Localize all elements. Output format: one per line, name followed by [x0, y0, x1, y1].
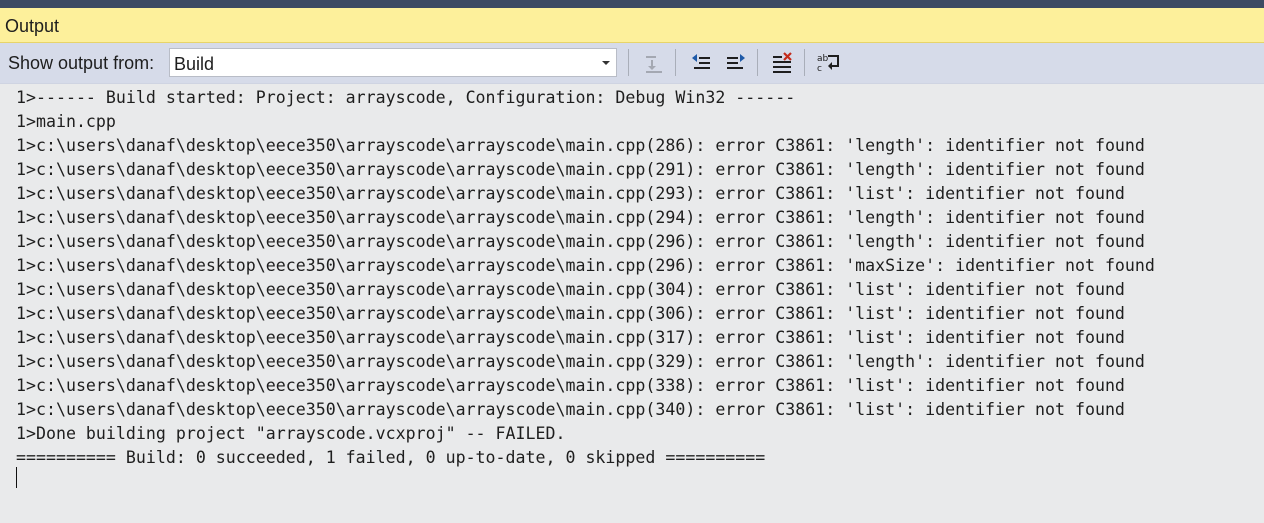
go-to-line-icon: [646, 56, 662, 73]
next-message-button[interactable]: [720, 50, 748, 76]
word-wrap-icon: ab c: [817, 54, 839, 74]
output-line: 1>------ Build started: Project: arraysc…: [16, 88, 796, 107]
window-top-strip: [0, 0, 1264, 8]
chevron-down-icon[interactable]: [602, 61, 610, 65]
word-wrap-button[interactable]: ab c: [813, 50, 841, 76]
output-line: 1>c:\users\danaf\desktop\eece350\arraysc…: [16, 376, 1125, 395]
output-lines: 1>------ Build started: Project: arraysc…: [16, 86, 1155, 470]
output-panel-title-bar[interactable]: Output: [0, 8, 1264, 43]
text-cursor: [16, 467, 17, 488]
toolbar-separator: [675, 49, 676, 76]
output-line: 1>c:\users\danaf\desktop\eece350\arraysc…: [16, 352, 1145, 371]
output-line: 1>c:\users\danaf\desktop\eece350\arraysc…: [16, 328, 1125, 347]
output-line: ========== Build: 0 succeeded, 1 failed,…: [16, 448, 766, 467]
output-line: 1>c:\users\danaf\desktop\eece350\arraysc…: [16, 136, 1145, 155]
output-line: 1>c:\users\danaf\desktop\eece350\arraysc…: [16, 184, 1125, 203]
svg-text:c: c: [817, 64, 822, 74]
clear-all-icon: [773, 52, 792, 73]
output-line: 1>c:\users\danaf\desktop\eece350\arraysc…: [16, 280, 1125, 299]
show-output-label: Show output from:: [8, 53, 155, 73]
panel-title: Output: [5, 16, 60, 36]
go-to-line-button[interactable]: [639, 50, 667, 76]
toolbar-separator: [757, 49, 758, 76]
output-line: 1>c:\users\danaf\desktop\eece350\arraysc…: [16, 256, 1155, 275]
output-line: 1>c:\users\danaf\desktop\eece350\arraysc…: [16, 208, 1145, 227]
previous-message-icon: [692, 54, 710, 69]
output-line: 1>Done building project "arrayscode.vcxp…: [16, 424, 566, 443]
toolbar-separator: [804, 49, 805, 76]
output-text-area[interactable]: 1>------ Build started: Project: arraysc…: [0, 84, 1264, 523]
output-line: 1>c:\users\danaf\desktop\eece350\arraysc…: [16, 232, 1145, 251]
output-source-value: Build: [174, 54, 215, 74]
previous-message-button[interactable]: [687, 50, 715, 76]
output-line: 1>c:\users\danaf\desktop\eece350\arraysc…: [16, 400, 1125, 419]
output-line: 1>main.cpp: [16, 112, 116, 131]
toolbar-separator: [628, 49, 629, 76]
output-line: 1>c:\users\danaf\desktop\eece350\arraysc…: [16, 160, 1145, 179]
output-toolbar: Show output from: Build ab c: [0, 43, 1264, 84]
clear-all-button[interactable]: [767, 50, 795, 76]
svg-text:ab: ab: [817, 54, 829, 64]
output-line: 1>c:\users\danaf\desktop\eece350\arraysc…: [16, 304, 1125, 323]
output-source-dropdown[interactable]: Build: [169, 48, 617, 77]
next-message-icon: [727, 54, 745, 69]
